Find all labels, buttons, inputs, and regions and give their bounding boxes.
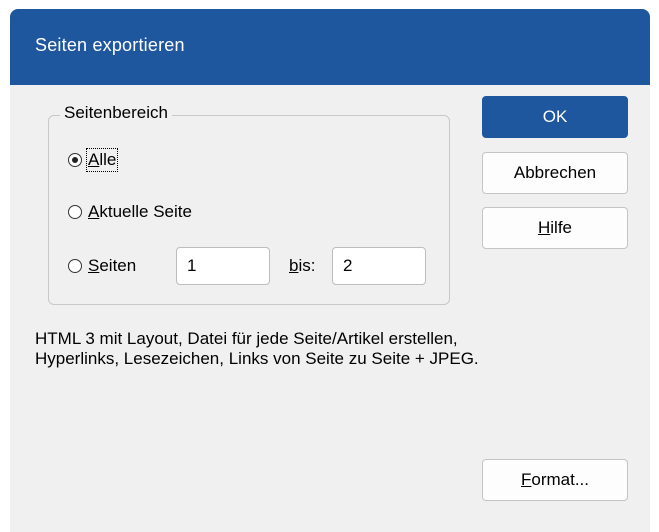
page-from-input[interactable]: 1 bbox=[176, 247, 270, 285]
page-to-label: bis: bbox=[289, 256, 316, 275]
format-button[interactable]: Format... bbox=[482, 459, 628, 501]
radio-page-range-label: Seiten bbox=[88, 256, 137, 275]
radio-all-pages[interactable]: Alle bbox=[68, 148, 119, 172]
dialog-title: Seiten exportieren bbox=[35, 35, 185, 55]
ok-button[interactable]: OK bbox=[482, 96, 628, 138]
radio-current-page-label: Aktuelle Seite bbox=[88, 202, 192, 221]
radio-current-page[interactable]: Aktuelle Seite bbox=[68, 202, 192, 222]
page-to-input[interactable]: 2 bbox=[332, 247, 426, 285]
radio-all-pages-indicator[interactable] bbox=[68, 153, 82, 167]
title-bar[interactable]: Seiten exportieren bbox=[10, 9, 650, 85]
page-range-legend: Seitenbereich bbox=[60, 103, 172, 123]
help-button[interactable]: Hilfe bbox=[482, 207, 628, 249]
radio-current-page-indicator[interactable] bbox=[68, 205, 82, 219]
radio-page-range-indicator[interactable] bbox=[68, 259, 82, 273]
radio-page-range[interactable]: Seiten bbox=[68, 256, 136, 276]
export-description: HTML 3 mit Layout, Datei für jede Seite/… bbox=[35, 329, 635, 369]
radio-all-pages-label: Alle bbox=[85, 148, 119, 172]
cancel-button[interactable]: Abbrechen bbox=[482, 152, 628, 194]
description-line-1: HTML 3 mit Layout, Datei für jede Seite/… bbox=[35, 329, 458, 348]
export-pages-dialog: Seiten exportieren Seitenbereich Alle Ak… bbox=[10, 9, 650, 532]
description-line-2: Hyperlinks, Lesezeichen, Links von Seite… bbox=[35, 349, 479, 368]
